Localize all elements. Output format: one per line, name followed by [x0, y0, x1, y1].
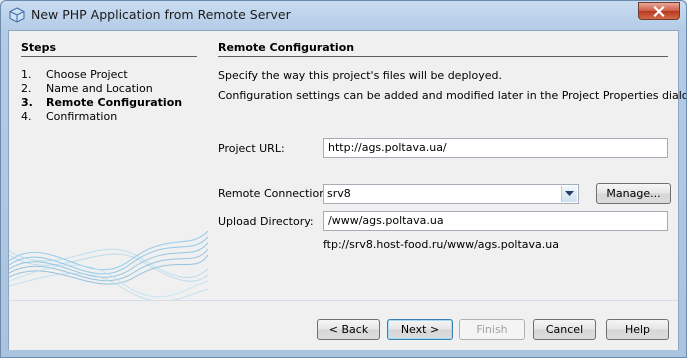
close-icon	[653, 5, 665, 17]
cancel-button[interactable]: Cancel	[533, 319, 596, 340]
title-bar[interactable]: New PHP Application from Remote Server	[1, 1, 686, 30]
manage-button[interactable]: Manage...	[596, 183, 671, 204]
panel-divider	[218, 56, 668, 57]
finish-button[interactable]: Finish	[459, 319, 525, 340]
step-number: 2.	[21, 82, 32, 95]
remote-connection-value: srv8	[327, 187, 351, 200]
dialog-window: New PHP Application from Remote Server S…	[0, 0, 687, 358]
decorative-wave-graphic	[9, 230, 208, 300]
remote-connection-label: Remote Connection:	[218, 187, 330, 200]
help-button[interactable]: Help	[606, 319, 669, 340]
upload-directory-field[interactable]: /www/ags.poltava.ua	[323, 211, 668, 231]
panel-description: Specify the way this project's files wil…	[218, 69, 502, 82]
steps-list: 1. Choose Project 2. Name and Location 3. R…	[21, 68, 182, 124]
close-button[interactable]	[638, 2, 680, 20]
netbeans-cube-icon	[9, 7, 25, 23]
step-label: Choose Project	[46, 68, 128, 81]
project-url-label: Project URL:	[218, 142, 285, 155]
panel-title: Remote Configuration	[218, 41, 355, 54]
window-title: New PHP Application from Remote Server	[31, 7, 291, 22]
chevron-down-icon[interactable]	[561, 186, 577, 202]
step-number: 1.	[21, 68, 32, 81]
next-button[interactable]: Next >	[387, 319, 453, 340]
step-item-current: 3. Remote Configuration	[21, 96, 182, 110]
step-label: Confirmation	[46, 110, 118, 123]
remote-connection-select[interactable]: srv8	[323, 184, 579, 204]
back-button[interactable]: < Back	[317, 319, 380, 340]
step-label: Remote Configuration	[46, 96, 183, 109]
step-number: 4.	[21, 110, 32, 123]
steps-title: Steps	[21, 41, 57, 54]
step-label: Name and Location	[46, 82, 153, 95]
ftp-path-text: ftp://srv8.host-food.ru/www/ags.poltava.…	[323, 238, 560, 251]
step-item: 2. Name and Location	[21, 82, 182, 96]
steps-panel: Steps 1. Choose Project 2. Name and Locati…	[9, 31, 208, 300]
panel-description-secondary: Configuration settings can be added and …	[218, 89, 687, 102]
button-bar: < Back Next > Finish Cancel Help	[9, 300, 678, 350]
remote-configuration-panel: Remote Configuration Specify the way thi…	[208, 31, 686, 300]
step-item: 1. Choose Project	[21, 68, 182, 82]
step-item: 4. Confirmation	[21, 110, 182, 124]
step-number: 3.	[21, 96, 33, 109]
dialog-client: Steps 1. Choose Project 2. Name and Locati…	[8, 30, 686, 350]
project-url-field[interactable]: http://ags.poltava.ua/	[323, 138, 668, 158]
steps-divider	[21, 56, 197, 57]
upload-directory-label: Upload Directory:	[218, 215, 314, 228]
